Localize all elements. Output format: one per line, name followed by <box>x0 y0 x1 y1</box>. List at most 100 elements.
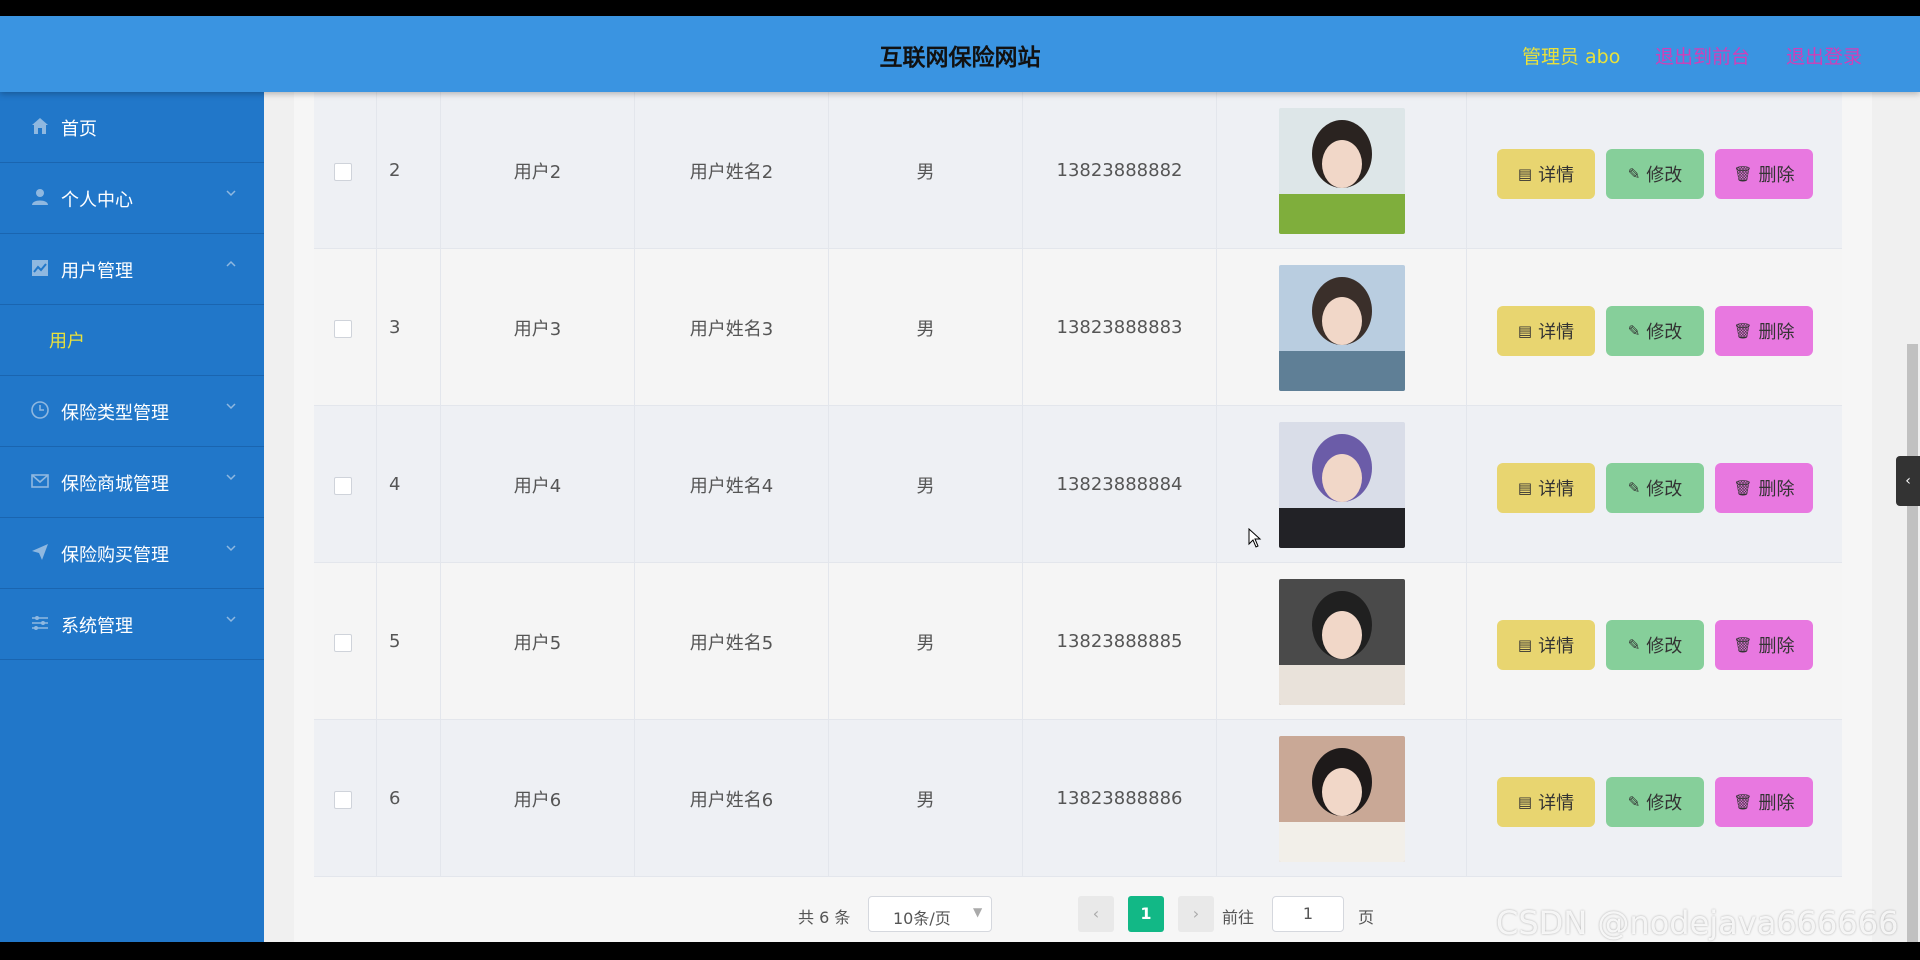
index-cell: 4 <box>376 406 440 563</box>
pencil-icon: ✎ <box>1627 322 1641 340</box>
select-cell <box>314 249 376 406</box>
select-cell <box>314 563 376 720</box>
user-icon <box>32 189 48 205</box>
detail-button[interactable]: ▤ 详情 <box>1497 306 1595 356</box>
next-page-button[interactable]: › <box>1178 896 1214 932</box>
detail-button[interactable]: ▤ 详情 <box>1497 777 1595 827</box>
document-icon: ▤ <box>1517 322 1533 340</box>
photo-cell <box>1216 720 1466 877</box>
name-cell: 用户姓名5 <box>634 563 828 720</box>
delete-button[interactable]: 🗑 删除 <box>1715 777 1813 827</box>
button-label: 详情 <box>1538 165 1575 186</box>
edit-button[interactable]: ✎ 修改 <box>1606 620 1704 670</box>
button-label: 修改 <box>1646 636 1683 657</box>
edit-button[interactable]: ✎ 修改 <box>1606 463 1704 513</box>
row-checkbox[interactable] <box>334 163 352 181</box>
delete-button[interactable]: 🗑 删除 <box>1715 620 1813 670</box>
button-label: 修改 <box>1646 322 1683 343</box>
button-label: 修改 <box>1646 793 1683 814</box>
scrollbar-thumb[interactable] <box>1907 344 1918 942</box>
trash-icon: 🗑 <box>1733 793 1753 811</box>
main-content: 2 用户2 用户姓名2 男 13823888882 ▤ 详情 ✎ 修改 🗑 删除 3 用户3 用户姓名3 男… <box>264 92 1920 942</box>
prev-page-button[interactable]: ‹ <box>1078 896 1114 932</box>
detail-button[interactable]: ▤ 详情 <box>1497 149 1595 199</box>
row-checkbox[interactable] <box>334 634 352 652</box>
name-cell: 用户姓名6 <box>634 720 828 877</box>
trash-icon: 🗑 <box>1733 636 1753 654</box>
pencil-icon: ✎ <box>1627 165 1641 183</box>
table-panel: 2 用户2 用户姓名2 男 13823888882 ▤ 详情 ✎ 修改 🗑 删除 3 用户3 用户姓名3 男… <box>294 92 1872 942</box>
trash-icon: 🗑 <box>1733 322 1753 340</box>
page-size-value: 10条/页 <box>893 909 951 928</box>
index-cell: 6 <box>376 720 440 877</box>
button-label: 删除 <box>1758 479 1795 500</box>
collapse-handle[interactable]: ‹ <box>1896 456 1920 506</box>
actions-cell: ▤ 详情 ✎ 修改 🗑 删除 <box>1466 249 1842 406</box>
button-label: 删除 <box>1758 636 1795 657</box>
sliders-icon <box>32 616 48 630</box>
sidebar-item-insurance-mall[interactable]: 保险商城管理 <box>0 447 264 518</box>
button-label: 修改 <box>1646 165 1683 186</box>
row-checkbox[interactable] <box>334 320 352 338</box>
table-row: 4 用户4 用户姓名4 男 13823888884 ▤ 详情 ✎ 修改 🗑 删除 <box>314 406 1842 563</box>
sidebar-item-label: 首页 <box>61 119 97 140</box>
document-icon: ▤ <box>1517 793 1533 811</box>
sidebar-item-label: 保险商城管理 <box>61 474 169 495</box>
sidebar-item-user-management[interactable]: 用户管理 <box>0 234 264 305</box>
delete-button[interactable]: 🗑 删除 <box>1715 463 1813 513</box>
exit-to-front-link[interactable]: 退出到前台 <box>1655 42 1750 69</box>
select-cell <box>314 406 376 563</box>
button-label: 修改 <box>1646 479 1683 500</box>
button-label: 详情 <box>1538 322 1575 343</box>
sidebar-item-system[interactable]: 系统管理 <box>0 589 264 660</box>
actions-cell: ▤ 详情 ✎ 修改 🗑 删除 <box>1466 563 1842 720</box>
photo-cell <box>1216 249 1466 406</box>
document-icon: ▤ <box>1517 165 1533 183</box>
logout-link[interactable]: 退出登录 <box>1786 42 1862 69</box>
gender-cell: 男 <box>828 406 1022 563</box>
button-label: 详情 <box>1538 793 1575 814</box>
edit-button[interactable]: ✎ 修改 <box>1606 306 1704 356</box>
button-label: 详情 <box>1538 479 1575 500</box>
sidebar-item-label: 个人中心 <box>61 190 133 211</box>
app-screen: 互联网保险网站 管理员 abo 退出到前台 退出登录 首页 个人中心 用户管理 … <box>0 16 1920 942</box>
account-cell: 用户2 <box>440 92 634 249</box>
delete-button[interactable]: 🗑 删除 <box>1715 149 1813 199</box>
sidebar-subitem-users[interactable]: 用户 <box>0 305 264 376</box>
detail-button[interactable]: ▤ 详情 <box>1497 463 1595 513</box>
chevron-down-icon <box>226 545 236 552</box>
account-cell: 用户3 <box>440 249 634 406</box>
actions-cell: ▤ 详情 ✎ 修改 🗑 删除 <box>1466 92 1842 249</box>
sidebar-item-insurance-purchase[interactable]: 保险购买管理 <box>0 518 264 589</box>
button-label: 删除 <box>1758 322 1795 343</box>
page-suffix-label: 页 <box>1358 908 1375 927</box>
site-title: 互联网保险网站 <box>879 45 1041 71</box>
row-checkbox[interactable] <box>334 791 352 809</box>
current-page-button[interactable]: 1 <box>1128 896 1164 932</box>
sidebar-item-insurance-type[interactable]: 保险类型管理 <box>0 376 264 447</box>
goto-page-input[interactable]: 1 <box>1272 896 1344 932</box>
index-cell: 3 <box>376 249 440 406</box>
pencil-icon: ✎ <box>1627 793 1641 811</box>
page-size-select[interactable]: 10条/页 ▼ <box>868 896 992 932</box>
document-icon: ▤ <box>1517 636 1533 654</box>
sidebar-item-personal-center[interactable]: 个人中心 <box>0 163 264 234</box>
chevron-up-icon <box>226 260 236 267</box>
admin-label: 管理员 abo <box>1522 46 1621 68</box>
index-cell: 2 <box>376 92 440 249</box>
actions-cell: ▤ 详情 ✎ 修改 🗑 删除 <box>1466 406 1842 563</box>
chart-icon <box>32 260 48 276</box>
detail-button[interactable]: ▤ 详情 <box>1497 620 1595 670</box>
delete-button[interactable]: 🗑 删除 <box>1715 306 1813 356</box>
sidebar-item-home[interactable]: 首页 <box>0 92 264 163</box>
edit-button[interactable]: ✎ 修改 <box>1606 149 1704 199</box>
watermark: CSDN @nodejava666666 <box>1496 904 1899 942</box>
edit-button[interactable]: ✎ 修改 <box>1606 777 1704 827</box>
phone-cell: 13823888882 <box>1022 92 1216 249</box>
user-photo <box>1278 264 1405 391</box>
row-checkbox[interactable] <box>334 477 352 495</box>
user-table: 2 用户2 用户姓名2 男 13823888882 ▤ 详情 ✎ 修改 🗑 删除 3 用户3 用户姓名3 男… <box>314 92 1842 877</box>
trash-icon: 🗑 <box>1733 479 1753 497</box>
photo-cell <box>1216 92 1466 249</box>
phone-cell: 13823888883 <box>1022 249 1216 406</box>
